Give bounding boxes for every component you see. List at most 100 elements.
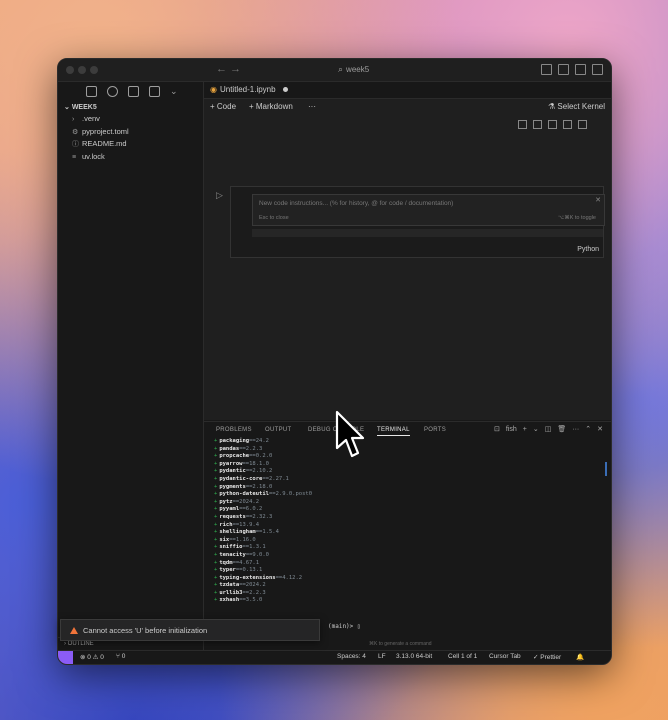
plus-icon: +	[214, 460, 218, 467]
package-name: python-dateutil	[219, 491, 269, 498]
package-name: typer	[219, 567, 236, 574]
run-below-icon[interactable]	[533, 120, 542, 129]
package-name: packaging	[219, 438, 250, 444]
package-name: typing-extensions	[219, 574, 276, 581]
inline-prompt[interactable]: New code instructions... (% for history,…	[252, 194, 605, 226]
back-arrow-icon[interactable]: ←	[216, 63, 227, 75]
tab-output[interactable]: OUTPUT	[265, 427, 291, 433]
tree-item-venv[interactable]: › .venv	[58, 113, 203, 126]
toggle-sidebar-icon[interactable]	[541, 64, 552, 75]
outline-label: OUTLINE	[67, 641, 94, 647]
package-version: ==2.2.3	[239, 445, 263, 452]
notifications-icon[interactable]: 🔔	[576, 653, 584, 661]
package-version: ==0.2.0	[249, 453, 273, 460]
package-name: requests	[219, 513, 246, 520]
bottom-panel: PROBLEMS OUTPUT DEBUG CONSOLE TERMINAL P…	[204, 421, 611, 652]
tab-ports[interactable]: PORTS	[424, 427, 446, 433]
cell-position[interactable]: Cell 1 of 1	[448, 653, 477, 660]
source-control-icon[interactable]	[128, 85, 139, 97]
prompt-toggle-hint: ⌥⌘K to toggle	[557, 215, 596, 221]
error-notification[interactable]: Cannot access 'U' before initialization	[60, 619, 320, 641]
remote-indicator[interactable]	[58, 651, 73, 664]
trash-icon[interactable]: 🗑	[557, 425, 566, 433]
plus-icon: +	[214, 498, 218, 505]
plus-icon: +	[214, 438, 218, 444]
terminal-line: + pydantic-core==2.27.1	[214, 476, 312, 484]
tree-item-label: .venv	[82, 114, 100, 123]
cell-language[interactable]: Python	[577, 246, 599, 253]
package-version: ==2.32.3	[245, 513, 273, 520]
files-icon[interactable]	[86, 85, 97, 97]
package-version: ==9.0.0	[245, 551, 269, 558]
plus-icon: +	[214, 597, 218, 604]
terminal-line: + tqdm==4.67.1	[214, 560, 312, 568]
split-terminal-icon[interactable]: ◫	[545, 425, 552, 433]
toggle-secondary-sidebar-icon[interactable]	[575, 64, 586, 75]
run-cell-icon[interactable]: ▷	[216, 190, 223, 201]
cell-more-icon[interactable]	[563, 120, 572, 129]
more-icon[interactable]: ···	[572, 426, 579, 433]
search-icon[interactable]	[107, 85, 118, 97]
more-actions-button[interactable]: ···	[308, 102, 316, 111]
line-ending[interactable]: LF	[378, 653, 386, 660]
tree-item-readme[interactable]: ⓘ README.md	[58, 138, 203, 151]
close-window-button[interactable]	[66, 66, 74, 74]
package-version: ==1.5.4	[255, 529, 279, 536]
plus-icon: +	[214, 475, 218, 482]
workspace-header[interactable]: ⌄ WEEK5	[58, 100, 203, 113]
cursor-tab[interactable]: Cursor Tab	[489, 653, 521, 660]
shell-name[interactable]: fish	[506, 426, 517, 433]
terminal-scroll-marker[interactable]	[605, 462, 607, 476]
code-input[interactable]	[252, 229, 603, 237]
tab-problems[interactable]: PROBLEMS	[216, 427, 252, 433]
chevron-down-icon[interactable]: ⌄	[533, 425, 539, 433]
terminal-line: + requests==2.32.3	[214, 514, 312, 522]
chevron-down-icon[interactable]: ⌄	[170, 86, 178, 96]
notebook-editor: ◉ Untitled-1.ipynb + Code + Markdown ···…	[204, 82, 611, 420]
terminal-line: + rich==13.9.4	[214, 522, 312, 530]
unsaved-dot-icon[interactable]	[282, 87, 288, 92]
terminal-line: + typer==0.13.1	[214, 567, 312, 575]
shell-prompt[interactable]: (main)> ▯	[328, 623, 361, 630]
zoom-window-button[interactable]	[90, 66, 98, 74]
package-name: xxhash	[219, 597, 240, 604]
add-code-cell-button[interactable]: + Code	[210, 102, 236, 111]
new-terminal-icon[interactable]: +	[523, 426, 527, 433]
tree-item-pyproject[interactable]: ⚙ pyproject.toml	[58, 126, 203, 139]
run-above-icon[interactable]	[518, 120, 527, 129]
python-version[interactable]: 3.13.0 64-bit	[396, 653, 432, 660]
tab-untitled-notebook[interactable]: ◉ Untitled-1.ipynb	[210, 85, 288, 94]
split-cell-icon[interactable]	[548, 120, 557, 129]
plus-icon: +	[214, 589, 218, 596]
minimize-window-button[interactable]	[78, 66, 86, 74]
toggle-panel-icon[interactable]	[558, 64, 569, 75]
package-name: pydantic-core	[219, 475, 263, 482]
tab-terminal[interactable]: TERMINAL	[377, 427, 410, 436]
package-name: pygments	[219, 483, 246, 490]
tree-item-uvlock[interactable]: ≡ uv.lock	[58, 151, 203, 164]
maximize-panel-icon[interactable]: ⌃	[585, 425, 591, 433]
prettier-status[interactable]: ✓ Prettier	[533, 653, 561, 661]
plus-icon: +	[214, 513, 218, 520]
indentation[interactable]: Spaces: 4	[337, 653, 366, 660]
command-center[interactable]: ⌕ week5	[338, 64, 369, 75]
package-name: rich	[219, 521, 233, 528]
problems-count[interactable]: ⊗ 0 ⚠ 0	[80, 653, 104, 661]
package-name: pytz	[219, 498, 233, 505]
layout-icon[interactable]	[592, 64, 603, 75]
add-markdown-cell-button[interactable]: + Markdown	[249, 102, 293, 111]
close-panel-icon[interactable]: ✕	[597, 425, 603, 433]
package-name: pyarrow	[219, 460, 243, 467]
terminal-output[interactable]: + packaging==24.2 + pandas==2.2.3 + propcache…	[214, 438, 312, 605]
package-name: shellingham	[219, 529, 256, 536]
select-kernel-button[interactable]: ⚗ Select Kernel	[548, 102, 605, 111]
tab-bar: ◉ Untitled-1.ipynb	[204, 82, 611, 99]
plus-icon: +	[214, 559, 218, 566]
delete-cell-icon[interactable]	[578, 120, 587, 129]
ports-count[interactable]: ⑂ 0	[116, 653, 125, 660]
code-cell[interactable]: New code instructions... (% for history,…	[230, 186, 605, 258]
close-icon[interactable]: ✕	[595, 196, 601, 204]
forward-arrow-icon[interactable]: →	[230, 63, 241, 75]
plus-icon: +	[214, 453, 218, 460]
extensions-icon[interactable]	[149, 85, 160, 97]
